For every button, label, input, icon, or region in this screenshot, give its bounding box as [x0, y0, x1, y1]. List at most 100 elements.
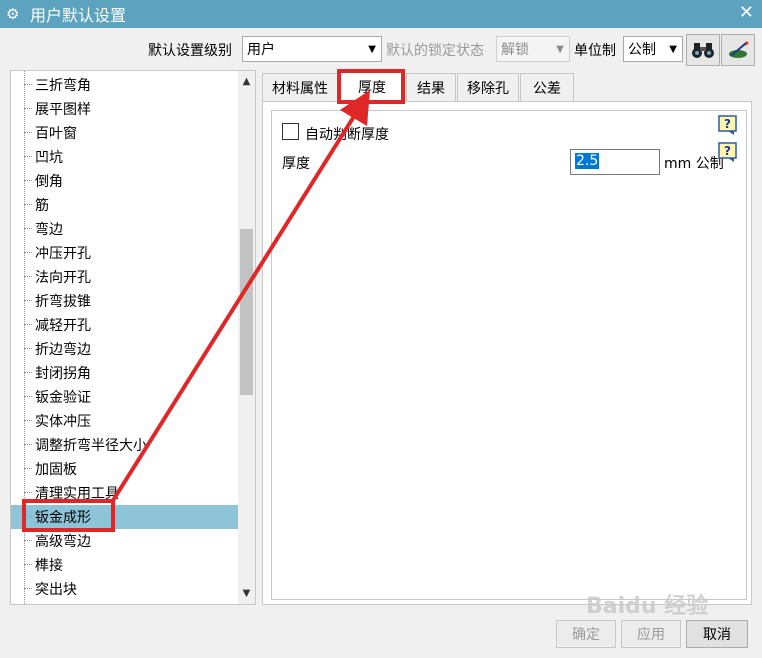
title-bar: ⚙ 用户默认设置 ✕ — [0, 0, 762, 28]
annotation-box-tab — [337, 69, 405, 104]
tree-item-label: 榫接 — [35, 558, 63, 574]
tree-item-label: 倒角 — [35, 174, 63, 190]
tree-item-label: 三折弯角 — [35, 78, 91, 94]
tree-item[interactable]: 榫接 — [11, 553, 238, 577]
wizard-icon — [729, 41, 749, 58]
tree-item[interactable]: 实体冲压 — [11, 409, 238, 433]
tree-connector-tick — [24, 444, 32, 445]
level-select[interactable]: 用户 ▼ — [242, 36, 382, 62]
thickness-panel: 自动判断厚度 ? 厚度 2.5 mm 公制 ? — [262, 101, 752, 605]
unit-label: 单位制 — [574, 43, 616, 59]
tree-item[interactable]: 弯边 — [11, 217, 238, 241]
tree-connector-tick — [24, 492, 32, 493]
lock-value: 解锁 — [501, 42, 529, 58]
help-icon[interactable]: ? — [718, 115, 737, 136]
tree-connector-tick — [24, 420, 32, 421]
search-button[interactable] — [686, 34, 720, 66]
tree-item-label: 高级弯边 — [35, 534, 91, 550]
tree-item[interactable]: 突出块 — [11, 577, 238, 601]
level-label: 默认设置级别 — [148, 43, 232, 59]
tree-item[interactable]: 筋 — [11, 193, 238, 217]
tree-item-label: 筋 — [35, 198, 49, 214]
tree-connector-tick — [24, 324, 32, 325]
tab-result[interactable]: 结果 — [406, 73, 456, 101]
tree-item-label: 调整折弯半径大小 — [35, 438, 147, 454]
tree-item-label: 百叶窗 — [35, 126, 77, 142]
tree-item[interactable]: 三折弯角 — [11, 73, 238, 97]
tree-item-label: 展平图样 — [35, 102, 91, 118]
auto-thickness-checkbox[interactable] — [282, 123, 299, 140]
tree-item[interactable]: 折边弯边 — [11, 337, 238, 361]
tree-item-label: 折边弯边 — [35, 342, 91, 358]
gear-icon: ⚙ — [6, 5, 20, 23]
tree-connector-tick — [24, 204, 32, 205]
watermark: Baidu 经验 — [586, 594, 709, 619]
tree-item-label: 突出块 — [35, 582, 77, 598]
tree-item[interactable]: 钣金验证 — [11, 385, 238, 409]
tree-item-label: 封闭拐角 — [35, 366, 91, 382]
tab-tolerance[interactable]: 公差 — [520, 73, 574, 101]
lock-label: 默认的锁定状态 — [386, 43, 484, 59]
window-title: 用户默认设置 — [30, 6, 127, 25]
lock-select[interactable]: 解锁 ▼ — [496, 36, 570, 62]
tree-item[interactable]: 倒角 — [11, 169, 238, 193]
thickness-unit: mm 公制 — [664, 156, 724, 172]
tree-connector-tick — [24, 300, 32, 301]
ok-button[interactable]: 确定 — [556, 620, 616, 648]
tree-connector-tick — [24, 84, 32, 85]
svg-text:?: ? — [724, 117, 731, 131]
tree-item[interactable]: 展平图样 — [11, 97, 238, 121]
tree-item[interactable]: 减轻开孔 — [11, 313, 238, 337]
tree-item-label: 法向开孔 — [35, 270, 91, 286]
tree-item-label: 实体冲压 — [35, 414, 91, 430]
close-icon[interactable]: ✕ — [739, 2, 754, 23]
tree-connector-tick — [24, 468, 32, 469]
chevron-down-icon: ▼ — [556, 44, 564, 55]
tree-connector-tick — [24, 372, 32, 373]
scroll-up-icon[interactable]: ▲ — [238, 73, 255, 90]
tree-item[interactable]: 调整折弯半径大小 — [11, 433, 238, 457]
tree-item-label: 折弯拔锥 — [35, 294, 91, 310]
tab-remove-hole[interactable]: 移除孔 — [457, 73, 519, 101]
tree-connector-tick — [24, 540, 32, 541]
tree-item-label: 加固板 — [35, 462, 77, 478]
tree-item[interactable]: 百叶窗 — [11, 121, 238, 145]
tree-connector-tick — [24, 588, 32, 589]
scroll-down-icon[interactable]: ▼ — [238, 585, 255, 602]
tree-item[interactable]: 法向开孔 — [11, 265, 238, 289]
chevron-down-icon: ▼ — [368, 44, 376, 55]
tree-item[interactable]: 封闭拐角 — [11, 361, 238, 385]
apply-button[interactable]: 应用 — [621, 620, 681, 648]
tree-connector-tick — [24, 180, 32, 181]
svg-text:?: ? — [724, 144, 731, 158]
unit-value: 公制 — [628, 42, 656, 58]
tree-item[interactable]: 折弯拔锥 — [11, 289, 238, 313]
tree-scrollbar[interactable]: ▲ ▼ — [238, 71, 255, 604]
tree-connector-tick — [24, 396, 32, 397]
tree-connector-tick — [24, 348, 32, 349]
help-icon[interactable]: ? — [718, 142, 737, 163]
unit-select[interactable]: 公制 ▼ — [623, 36, 683, 62]
tree-item[interactable]: 加固板 — [11, 457, 238, 481]
auto-thickness-label: 自动判断厚度 — [305, 127, 389, 143]
tree-item[interactable]: 高级弯边 — [11, 529, 238, 553]
thickness-group: 自动判断厚度 ? 厚度 2.5 mm 公制 ? — [271, 110, 747, 600]
tree-item[interactable]: 冲压开孔 — [11, 241, 238, 265]
tree-connector-tick — [24, 276, 32, 277]
scroll-thumb[interactable] — [240, 229, 253, 395]
tree-connector-tick — [24, 252, 32, 253]
tree-item-label: 弯边 — [35, 222, 63, 238]
thickness-value: 2.5 — [575, 153, 600, 169]
tab-material[interactable]: 材料属性 — [262, 73, 338, 101]
tree-item-label: 凹坑 — [35, 150, 63, 166]
annotation-box-tree — [22, 499, 115, 532]
tree-item[interactable]: 凹坑 — [11, 145, 238, 169]
tree-connector-tick — [24, 564, 32, 565]
thickness-label: 厚度 — [282, 156, 310, 172]
thickness-input[interactable]: 2.5 — [570, 149, 660, 175]
tree-item-label: 冲压开孔 — [35, 246, 91, 262]
tree-item-label: 钣金验证 — [35, 390, 91, 406]
wizard-button[interactable] — [721, 34, 755, 66]
cancel-button[interactable]: 取消 — [686, 620, 748, 648]
binoculars-icon — [692, 43, 714, 58]
